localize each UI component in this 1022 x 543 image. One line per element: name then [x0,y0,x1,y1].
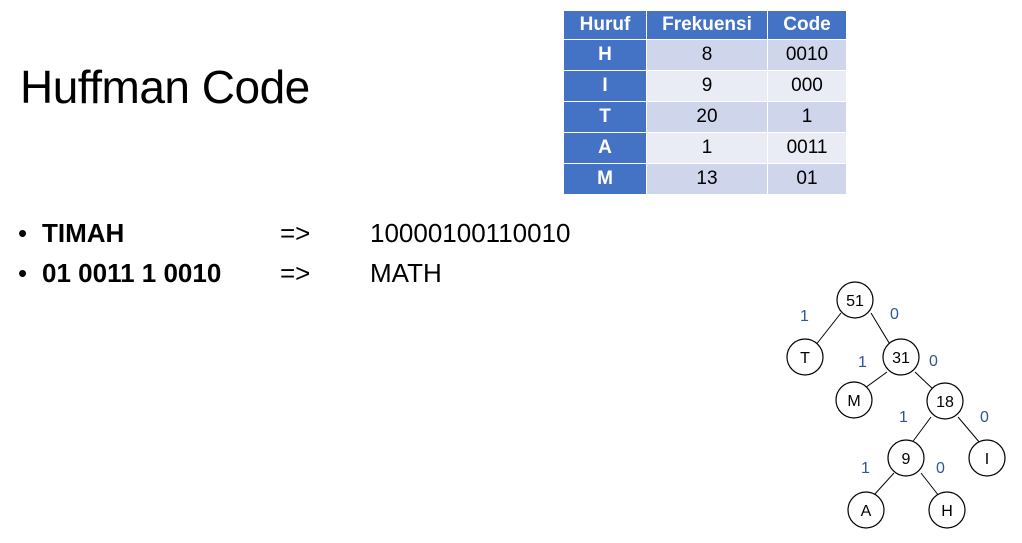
edge-31-m [864,371,888,389]
cell-frekuensi: 1 [646,132,768,164]
slide-title: Huffman Code [20,61,310,113]
edge-label-51-31: 0 [890,306,899,323]
cell-huruf: I [563,70,647,102]
table-header-row: Huruf Frekuensi Code [563,10,847,40]
table-row: A 1 0011 [563,132,847,164]
cell-frekuensi: 9 [646,70,768,102]
cell-frekuensi: 20 [646,101,768,133]
table-row: M 13 01 [563,163,847,195]
table-row: T 20 1 [563,101,847,133]
tree-node-h: H [928,491,966,529]
cell-code: 000 [767,70,847,102]
edge-51-t [814,312,842,347]
edge-label-9-h: 0 [936,460,945,477]
header-frekuensi: Frekuensi [646,10,768,40]
node-label: 51 [846,293,864,310]
cell-code: 01 [767,163,847,195]
cell-frekuensi: 8 [646,39,768,71]
edge-label-18-9: 1 [899,409,908,426]
edge-label-31-18: 0 [929,353,938,370]
cell-code: 0011 [767,132,847,164]
edge-18-i [957,416,981,444]
tree-node-18: 18 [926,382,964,420]
table-row: H 8 0010 [563,39,847,71]
edge-label-18-i: 0 [980,409,989,426]
tree-node-a: A [847,491,885,529]
node-label: A [861,503,872,520]
table-row: I 9 000 [563,70,847,102]
edge-label-9-a: 1 [861,460,870,477]
tree-node-m: M [835,381,873,419]
node-label: 18 [936,394,954,411]
bullet-code: 01 0011 1 0010 [42,258,222,288]
frequency-table: Huruf Frekuensi Code H 8 0010 I 9 000 T … [563,10,847,195]
cell-code: 0010 [767,39,847,71]
huffman-tree: 1 0 1 0 1 0 1 0 51 T 31 M 18 9 I A H [786,281,1006,529]
cell-huruf: H [563,39,647,71]
bullet-result: 10000100110010 [370,218,571,248]
edge-18-9 [910,416,932,445]
cell-frekuensi: 13 [646,163,768,195]
bullet-result: MATH [370,258,442,288]
tree-node-9: 9 [887,439,925,477]
header-code: Code [767,10,847,40]
bullet-arrow: => [280,218,311,248]
node-label: I [985,451,989,468]
node-label: 9 [902,451,911,468]
node-label: 31 [892,350,910,367]
node-label: T [800,350,810,367]
tree-node-t: T [786,338,824,376]
tree-node-31: 31 [882,338,920,376]
edge-label-31-m: 1 [858,354,867,371]
edge-label-51-t: 1 [800,308,809,325]
bullet-dot: • [18,258,28,288]
tree-node-51: 51 [836,281,874,319]
cell-huruf: A [563,132,647,164]
cell-code: 1 [767,101,847,133]
edge-51-31 [870,312,892,347]
bullet-dot: • [18,218,28,248]
node-label: H [941,503,953,520]
edge-9-a [873,472,895,496]
cell-huruf: M [563,163,647,195]
header-huruf: Huruf [563,10,647,40]
node-label: M [847,393,860,410]
bullet-code: TIMAH [42,218,125,248]
bullet-arrow: => [280,258,311,288]
tree-node-i: I [968,439,1006,477]
cell-huruf: T [563,101,647,133]
